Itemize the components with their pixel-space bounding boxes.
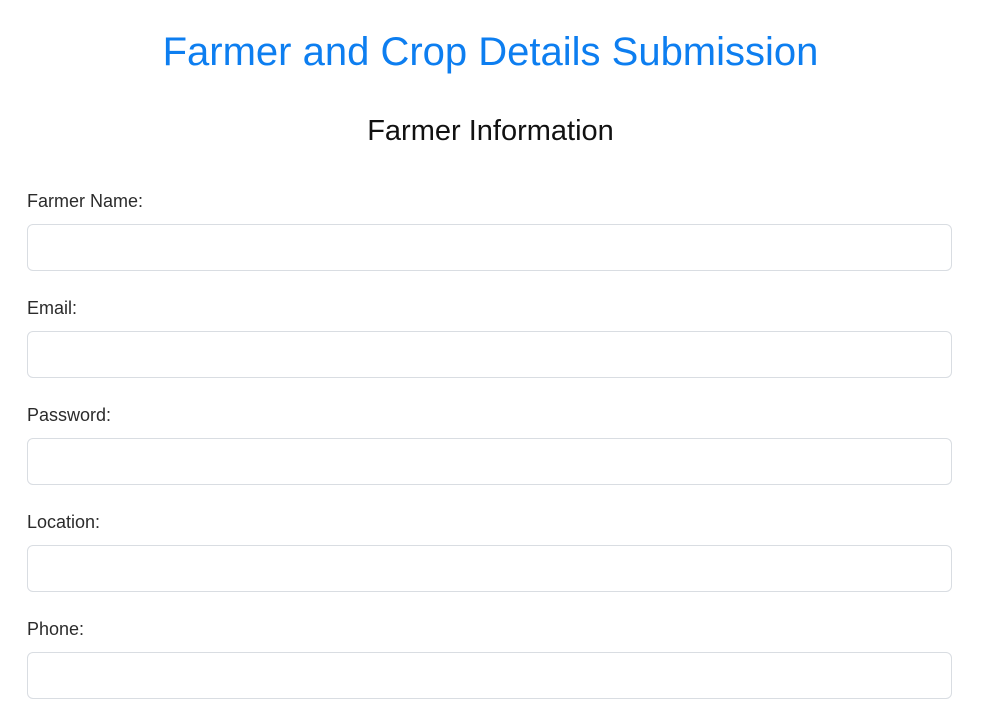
email-input[interactable] [27,331,952,378]
password-field: Password: [27,403,952,485]
password-label: Password: [27,405,112,425]
phone-label: Phone: [27,619,85,639]
location-field: Location: [27,510,952,592]
farmer-details-page: Farmer and Crop Details Submission Farme… [0,0,981,716]
location-input[interactable] [27,545,952,592]
section-title: Farmer Information [367,115,614,147]
email-label: Email: [27,298,78,318]
page-title: Farmer and Crop Details Submission [162,30,819,74]
phone-input[interactable] [27,652,952,699]
location-label: Location: [27,512,101,532]
farmer-name-field: Farmer Name: [27,189,952,271]
password-input[interactable] [27,438,952,485]
email-field: Email: [27,296,952,378]
farmer-name-label: Farmer Name: [27,191,144,211]
phone-field: Phone: [27,617,952,699]
farmer-name-input[interactable] [27,224,952,271]
